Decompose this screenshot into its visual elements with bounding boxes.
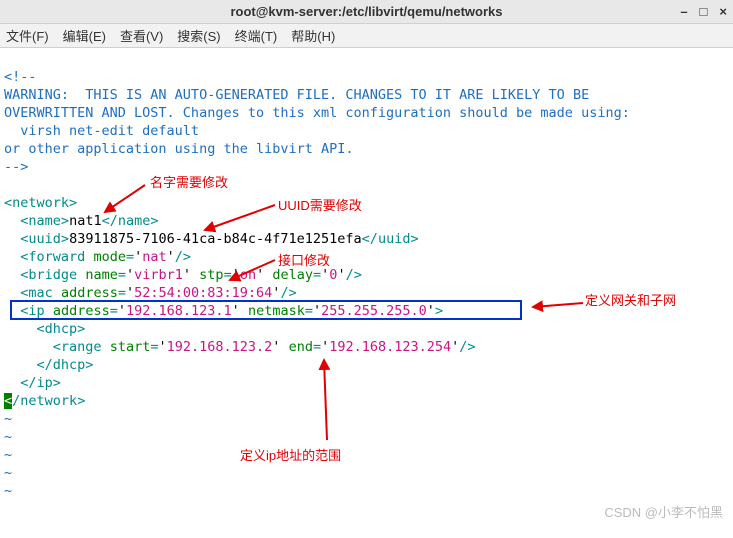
val-ip-address: 192.168.123.1 — [126, 303, 232, 319]
menubar[interactable]: 文件(F) 编辑(E) 查看(V) 搜索(S) 终端(T) 帮助(H) — [0, 24, 733, 48]
comment-line: --> — [4, 159, 28, 175]
tag-forward: forward — [28, 249, 85, 265]
tilde-line: ~ — [4, 411, 12, 427]
val-forward-mode: nat — [142, 249, 166, 265]
watermark: CSDN @小李不怕黑 — [604, 502, 723, 521]
val-range-start: 192.168.123.2 — [167, 339, 273, 355]
menu-file[interactable]: 文件(F) — [6, 26, 49, 45]
tilde-line: ~ — [4, 447, 12, 463]
comment-line: OVERWRITTEN AND LOST. Changes to this xm… — [4, 105, 630, 121]
tag-mac: mac — [28, 285, 52, 301]
window-controls: – □ × — [680, 4, 727, 19]
titlebar: root@kvm-server:/etc/libvirt/qemu/networ… — [0, 0, 733, 24]
close-icon[interactable]: × — [719, 4, 727, 19]
cursor-block: < — [4, 393, 12, 409]
comment-line: <!-- — [4, 69, 37, 85]
tag-dhcp: dhcp — [45, 321, 78, 337]
menu-search[interactable]: 搜索(S) — [177, 26, 220, 45]
tilde-line: ~ — [4, 429, 12, 445]
tag-name: name — [28, 213, 61, 229]
comment-line: WARNING: THIS IS AN AUTO-GENERATED FILE.… — [4, 87, 589, 103]
menu-terminal[interactable]: 终端(T) — [235, 26, 278, 45]
val-netmask: 255.255.255.0 — [321, 303, 427, 319]
tag-uuid: uuid — [28, 231, 61, 247]
minimize-icon[interactable]: – — [680, 4, 687, 19]
tag-network: network — [12, 195, 69, 211]
tag-bridge: bridge — [28, 267, 77, 283]
menu-view[interactable]: 查看(V) — [120, 26, 163, 45]
val-mac: 52:54:00:83:19:64 — [134, 285, 272, 301]
window-title: root@kvm-server:/etc/libvirt/qemu/networ… — [230, 4, 502, 19]
tilde-line: ~ — [4, 483, 12, 499]
menu-help[interactable]: 帮助(H) — [291, 26, 335, 45]
val-range-end: 192.168.123.254 — [329, 339, 451, 355]
maximize-icon[interactable]: □ — [700, 4, 708, 19]
val-uuid: 83911875-7106-41ca-b84c-4f71e1251efa — [69, 231, 362, 247]
val-bridge-name: virbr1 — [134, 267, 183, 283]
tag-ip: ip — [28, 303, 44, 319]
tag-range: range — [61, 339, 102, 355]
menu-edit[interactable]: 编辑(E) — [63, 26, 106, 45]
comment-line: or other application using the libvirt A… — [4, 141, 354, 157]
comment-line: virsh net-edit default — [4, 123, 199, 139]
editor-area[interactable]: <!-- WARNING: THIS IS AN AUTO-GENERATED … — [0, 48, 733, 538]
val-name: nat1 — [69, 213, 102, 229]
tilde-line: ~ — [4, 465, 12, 481]
